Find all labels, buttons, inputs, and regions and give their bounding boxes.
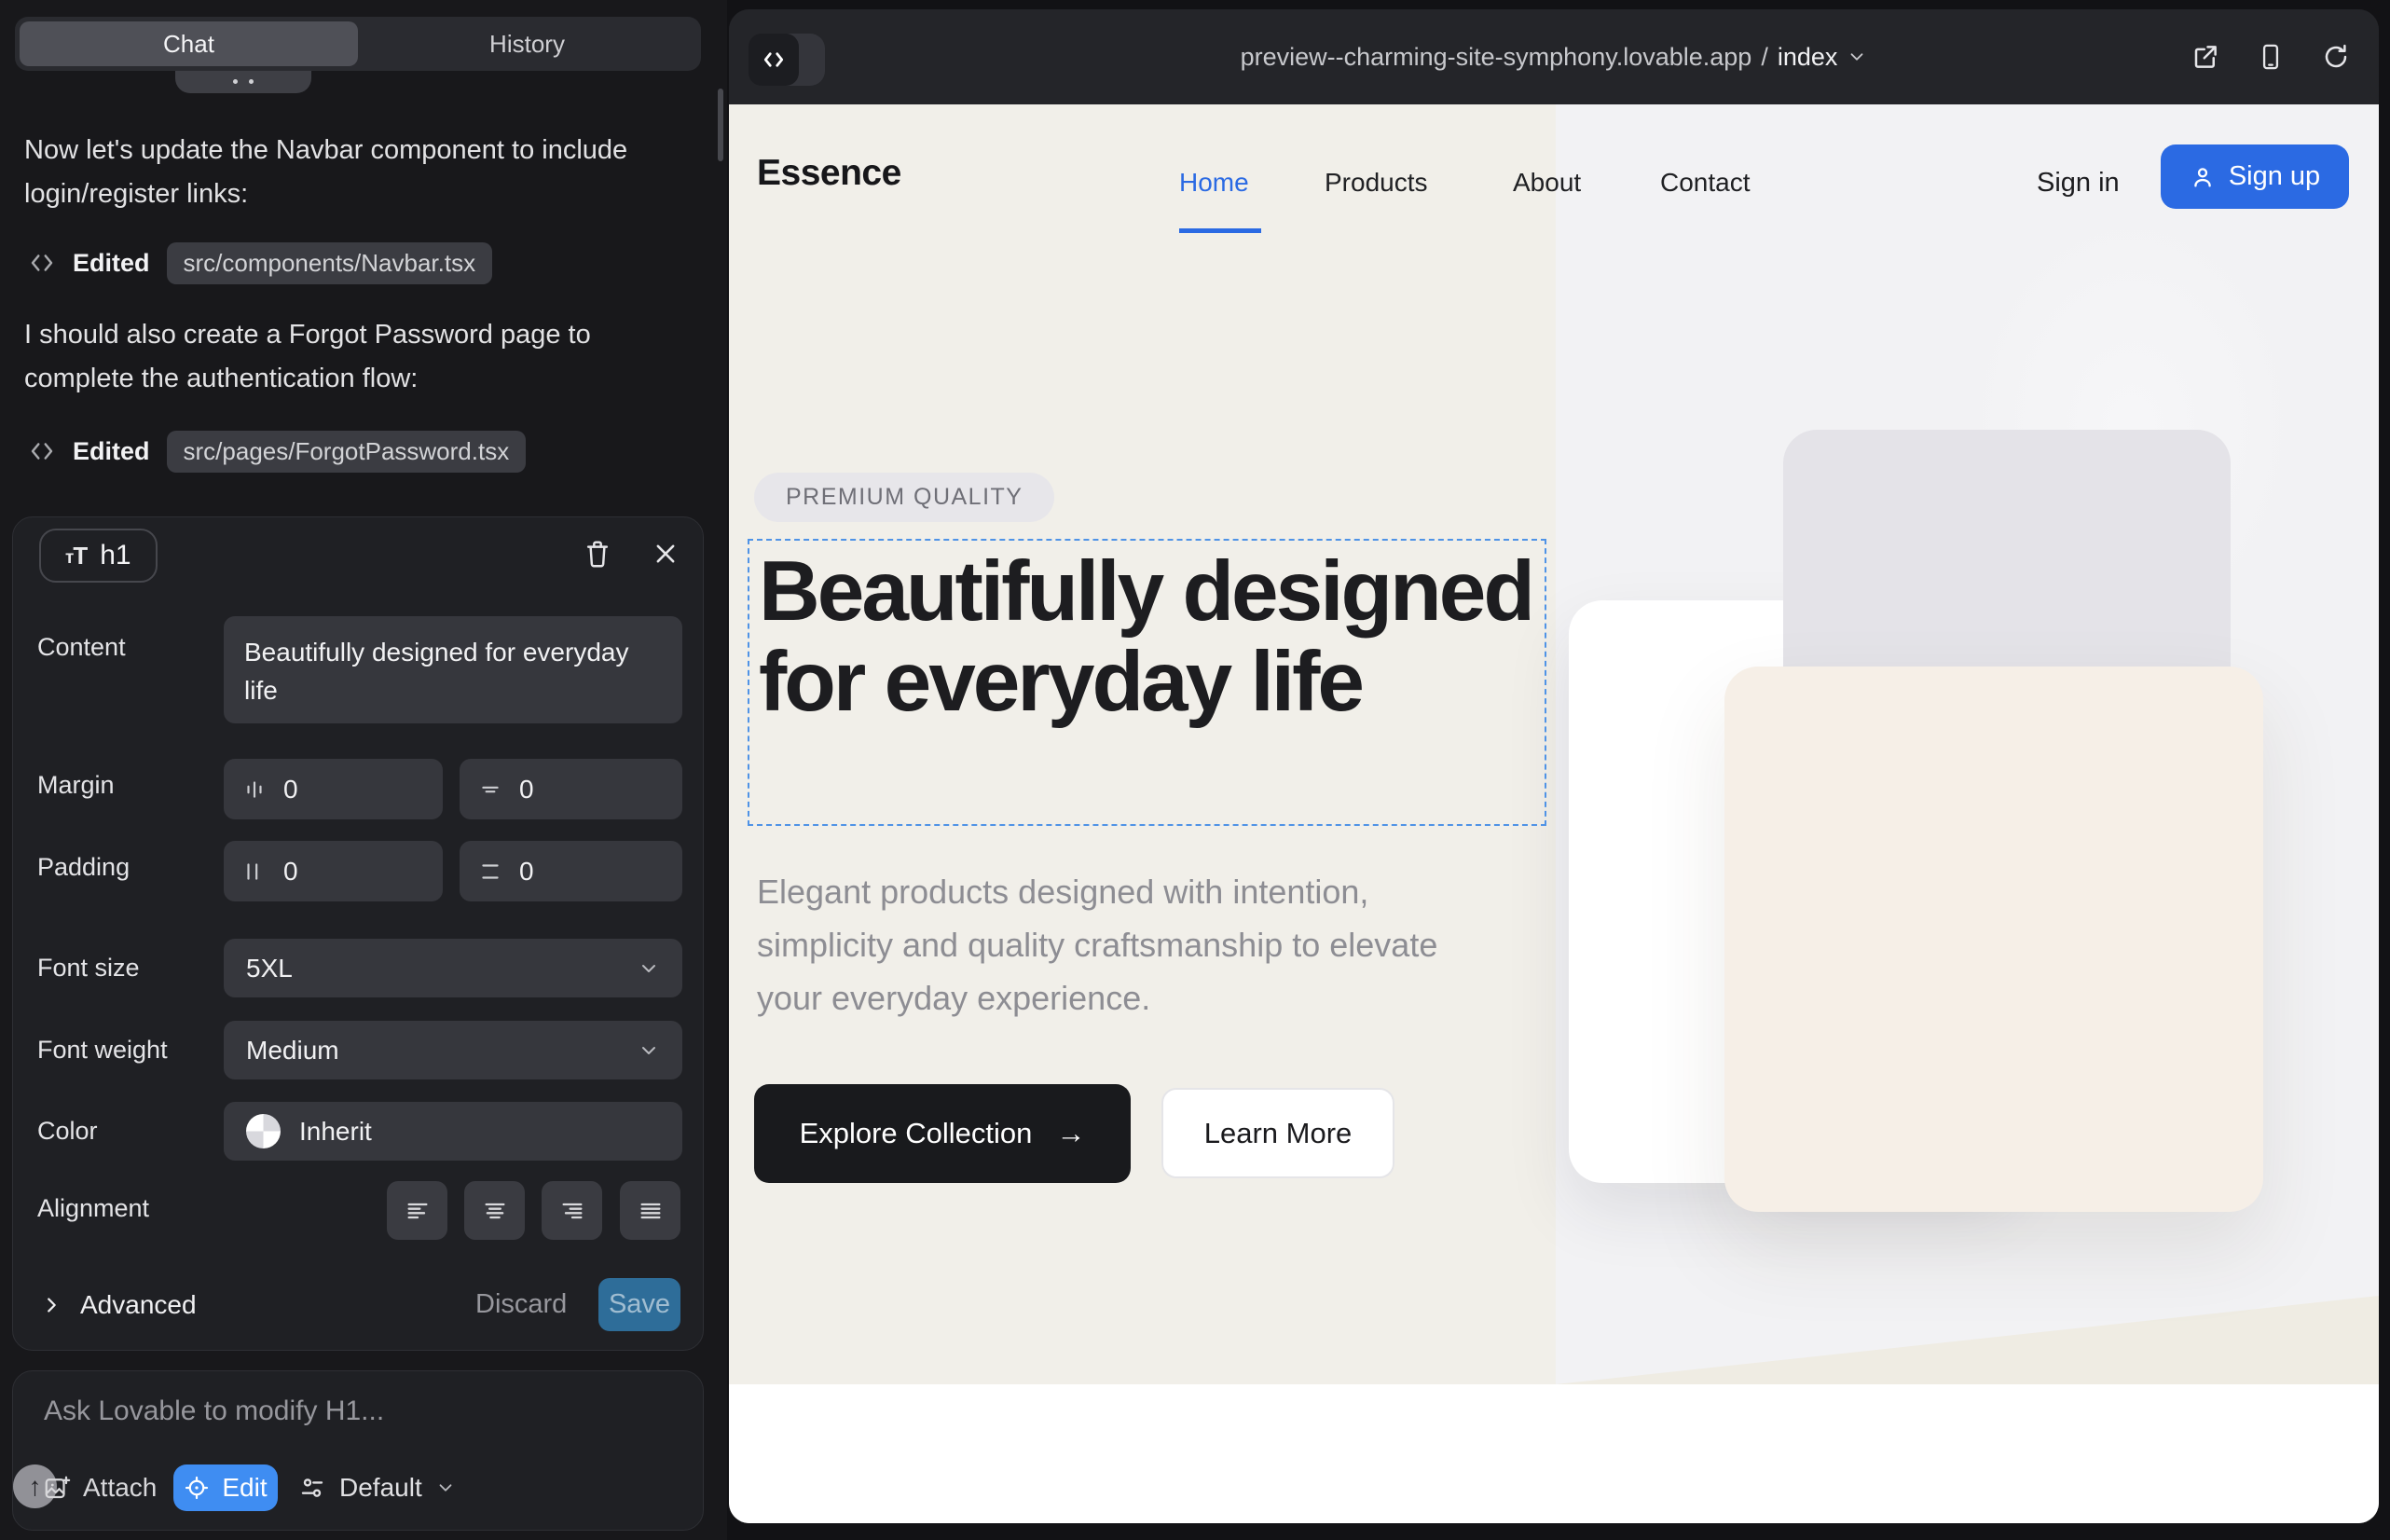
composer-toolbar: Attach Edit Default ↑ bbox=[13, 1464, 705, 1513]
chat-message: I should also create a Forgot Password p… bbox=[24, 313, 686, 401]
explore-collection-button[interactable]: Explore Collection → bbox=[754, 1084, 1131, 1183]
learn-more-button[interactable]: Learn More bbox=[1161, 1088, 1394, 1178]
align-center-button[interactable] bbox=[464, 1181, 525, 1240]
margin-y-input[interactable]: 0 bbox=[460, 759, 682, 819]
close-editor-button[interactable] bbox=[650, 538, 681, 570]
discard-button[interactable]: Discard bbox=[475, 1278, 567, 1331]
scrolled-pill-partial bbox=[175, 71, 311, 93]
file-path-badge[interactable]: src/pages/ForgotPassword.tsx bbox=[167, 431, 527, 473]
chat-message: Now let's update the Navbar component to… bbox=[24, 129, 686, 216]
align-left-icon bbox=[404, 1198, 432, 1224]
code-view-segment[interactable] bbox=[749, 34, 799, 86]
model-default-select[interactable]: Default bbox=[298, 1464, 456, 1511]
color-swatch-transparent bbox=[246, 1114, 281, 1148]
edit-mode-button[interactable]: Edit bbox=[173, 1464, 278, 1511]
code-icon bbox=[28, 249, 56, 277]
align-right-icon bbox=[558, 1198, 586, 1224]
element-editor-panel: тT h1 Content Beautifully designed for e… bbox=[12, 516, 704, 1351]
code-icon bbox=[760, 46, 788, 74]
chat-scrollbar[interactable] bbox=[718, 89, 723, 161]
margin-vertical-icon bbox=[478, 777, 502, 802]
chat-sidebar: Chat History Now let's update the Navbar… bbox=[0, 0, 727, 1540]
premium-quality-badge: PREMIUM QUALITY bbox=[754, 473, 1054, 522]
url-page: index bbox=[1778, 43, 1838, 72]
sliders-icon bbox=[298, 1474, 326, 1502]
tab-chat[interactable]: Chat bbox=[20, 21, 358, 66]
chevron-right-icon bbox=[41, 1295, 62, 1315]
save-button[interactable]: Save bbox=[598, 1278, 680, 1331]
smartphone-icon bbox=[2258, 43, 2284, 71]
hero-paragraph: Elegant products designed with intention… bbox=[757, 865, 1447, 1024]
refresh-icon bbox=[2322, 43, 2350, 71]
hero-section: PREMIUM QUALITY Beautifully designed for… bbox=[729, 104, 2379, 1384]
padding-x-input[interactable]: 0 bbox=[224, 841, 443, 901]
content-label: Content bbox=[37, 633, 126, 662]
code-icon bbox=[28, 437, 56, 465]
typography-icon: тT bbox=[65, 542, 87, 571]
url-domain: preview--charming-site-symphony.lovable.… bbox=[1241, 43, 1752, 72]
element-tag-label: h1 bbox=[100, 540, 130, 571]
edited-file-row: Edited src/pages/ForgotPassword.tsx bbox=[28, 431, 526, 472]
alignment-label: Alignment bbox=[37, 1194, 149, 1223]
site-preview: Essence Home Products About Contact Sign… bbox=[729, 104, 2379, 1523]
content-input[interactable]: Beautifully designed for everyday life bbox=[224, 616, 682, 723]
advanced-toggle[interactable]: Advanced bbox=[41, 1278, 197, 1331]
mobile-view-button[interactable] bbox=[2252, 38, 2289, 76]
chevron-down-icon bbox=[638, 957, 660, 980]
color-label: Color bbox=[37, 1117, 98, 1146]
edited-file-row: Edited src/components/Navbar.tsx bbox=[28, 242, 492, 283]
close-icon bbox=[652, 541, 679, 567]
align-justify-icon bbox=[637, 1198, 665, 1224]
chat-composer[interactable]: Ask Lovable to modify H1... Attach Edit … bbox=[12, 1370, 704, 1531]
editor-footer: Advanced Discard Save bbox=[13, 1278, 705, 1331]
trash-icon bbox=[584, 539, 611, 569]
attach-button[interactable]: Attach bbox=[43, 1464, 157, 1511]
chevron-down-icon[interactable] bbox=[1847, 47, 1867, 67]
tab-history[interactable]: History bbox=[358, 21, 696, 66]
hero-heading[interactable]: Beautifully designed for everyday life bbox=[759, 546, 1542, 727]
url-separator: / bbox=[1761, 43, 1768, 72]
align-center-icon bbox=[481, 1198, 509, 1224]
margin-label: Margin bbox=[37, 771, 115, 800]
chevron-down-icon bbox=[435, 1478, 456, 1498]
edited-label: Edited bbox=[73, 437, 150, 466]
font-size-label: Font size bbox=[37, 954, 140, 983]
selected-element-pill[interactable]: тT h1 bbox=[39, 529, 158, 583]
code-preview-toggle[interactable] bbox=[749, 34, 825, 86]
font-weight-label: Font weight bbox=[37, 1036, 168, 1065]
padding-horizontal-icon bbox=[242, 859, 267, 884]
browser-chrome: preview--charming-site-symphony.lovable.… bbox=[729, 9, 2379, 104]
h1-selection-outline[interactable]: Beautifully designed for everyday life bbox=[748, 539, 1546, 826]
chat-history-tabbar: Chat History bbox=[15, 17, 701, 71]
url-bar[interactable]: preview--charming-site-symphony.lovable.… bbox=[1009, 9, 2099, 104]
attach-image-icon bbox=[43, 1474, 71, 1502]
arrow-up-icon: ↑ bbox=[29, 1472, 42, 1502]
chrome-actions bbox=[2187, 9, 2355, 104]
file-path-badge[interactable]: src/components/Navbar.tsx bbox=[167, 242, 493, 284]
align-right-button[interactable] bbox=[542, 1181, 602, 1240]
font-weight-select[interactable]: Medium bbox=[224, 1021, 682, 1079]
refresh-button[interactable] bbox=[2317, 38, 2355, 76]
align-left-button[interactable] bbox=[387, 1181, 447, 1240]
padding-vertical-icon bbox=[478, 859, 502, 884]
arrow-right-icon: → bbox=[1056, 1117, 1085, 1150]
color-select[interactable]: Inherit bbox=[224, 1102, 682, 1161]
preview-browser-window: preview--charming-site-symphony.lovable.… bbox=[729, 9, 2379, 1523]
font-size-select[interactable]: 5XL bbox=[224, 939, 682, 997]
chevron-down-icon bbox=[638, 1039, 660, 1062]
margin-x-input[interactable]: 0 bbox=[224, 759, 443, 819]
align-justify-button[interactable] bbox=[620, 1181, 680, 1240]
next-section-background bbox=[729, 1384, 2379, 1523]
padding-y-input[interactable]: 0 bbox=[460, 841, 682, 901]
margin-horizontal-icon bbox=[242, 777, 267, 802]
padding-label: Padding bbox=[37, 853, 130, 882]
delete-element-button[interactable] bbox=[582, 538, 613, 570]
composer-placeholder: Ask Lovable to modify H1... bbox=[44, 1396, 384, 1427]
target-icon bbox=[184, 1475, 210, 1501]
edited-label: Edited bbox=[73, 249, 150, 278]
open-external-button[interactable] bbox=[2187, 38, 2224, 76]
external-link-icon bbox=[2191, 43, 2219, 71]
